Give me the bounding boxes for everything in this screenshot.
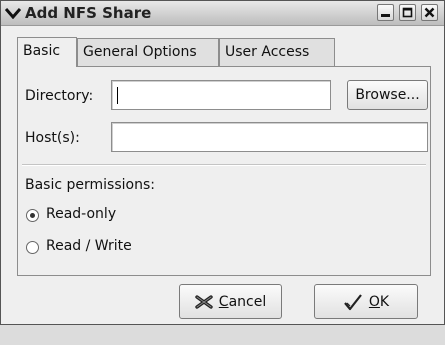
close-button[interactable] [421,4,438,21]
browse-button-label: Browse... [355,87,420,103]
maximize-icon [402,7,413,18]
minimize-icon [381,14,390,17]
cancel-mnemonic: C [218,293,229,310]
cancel-button-label: Cancel [219,294,266,310]
cancel-icon [195,294,213,309]
tab-user-access[interactable]: User Access [219,38,335,66]
desktop-background-strip [0,325,445,345]
read-write-label: Read / Write [46,238,132,254]
directory-input[interactable] [111,80,331,110]
minimize-button[interactable] [377,4,394,21]
read-only-option[interactable]: Read-only [26,205,176,227]
tab-basic-label: Basic [23,43,61,59]
read-only-radio[interactable] [26,209,39,222]
maximize-button[interactable] [399,4,416,21]
tab-user-access-label: User Access [225,44,310,60]
read-only-label: Read-only [46,206,117,222]
close-icon [424,7,435,18]
checkmark-icon [344,293,362,310]
ok-mnemonic: O [368,293,380,310]
basic-tab-panel: Directory: Browse... Host(s): Basic perm… [17,66,431,276]
chevron-down-icon [5,8,21,19]
read-write-option[interactable]: Read / Write [26,237,176,259]
hosts-label: Host(s): [25,130,80,146]
window-title: Add NFS Share [25,4,152,22]
directory-label: Directory: [25,88,94,104]
title-bar[interactable]: Add NFS Share [1,1,444,26]
browse-button[interactable]: Browse... [347,80,428,110]
text-caret [117,87,118,104]
tab-basic[interactable]: Basic [17,37,77,67]
basic-permissions-heading: Basic permissions: [25,177,155,193]
tab-general-options[interactable]: General Options [77,38,219,66]
cancel-label-rest: ancel [228,293,267,310]
separator [22,164,426,166]
ok-label-rest: K [379,293,390,310]
hosts-input[interactable] [111,122,428,152]
tab-general-options-label: General Options [83,44,197,60]
window-menu-button[interactable] [3,3,23,23]
radio-selected-dot [30,213,35,218]
ok-button-label: OK [369,294,389,310]
cancel-button[interactable]: Cancel [179,284,282,319]
ok-button[interactable]: OK [314,284,418,319]
read-write-radio[interactable] [26,241,39,254]
add-nfs-share-dialog: Add NFS Share Basic General Options User [0,0,445,325]
